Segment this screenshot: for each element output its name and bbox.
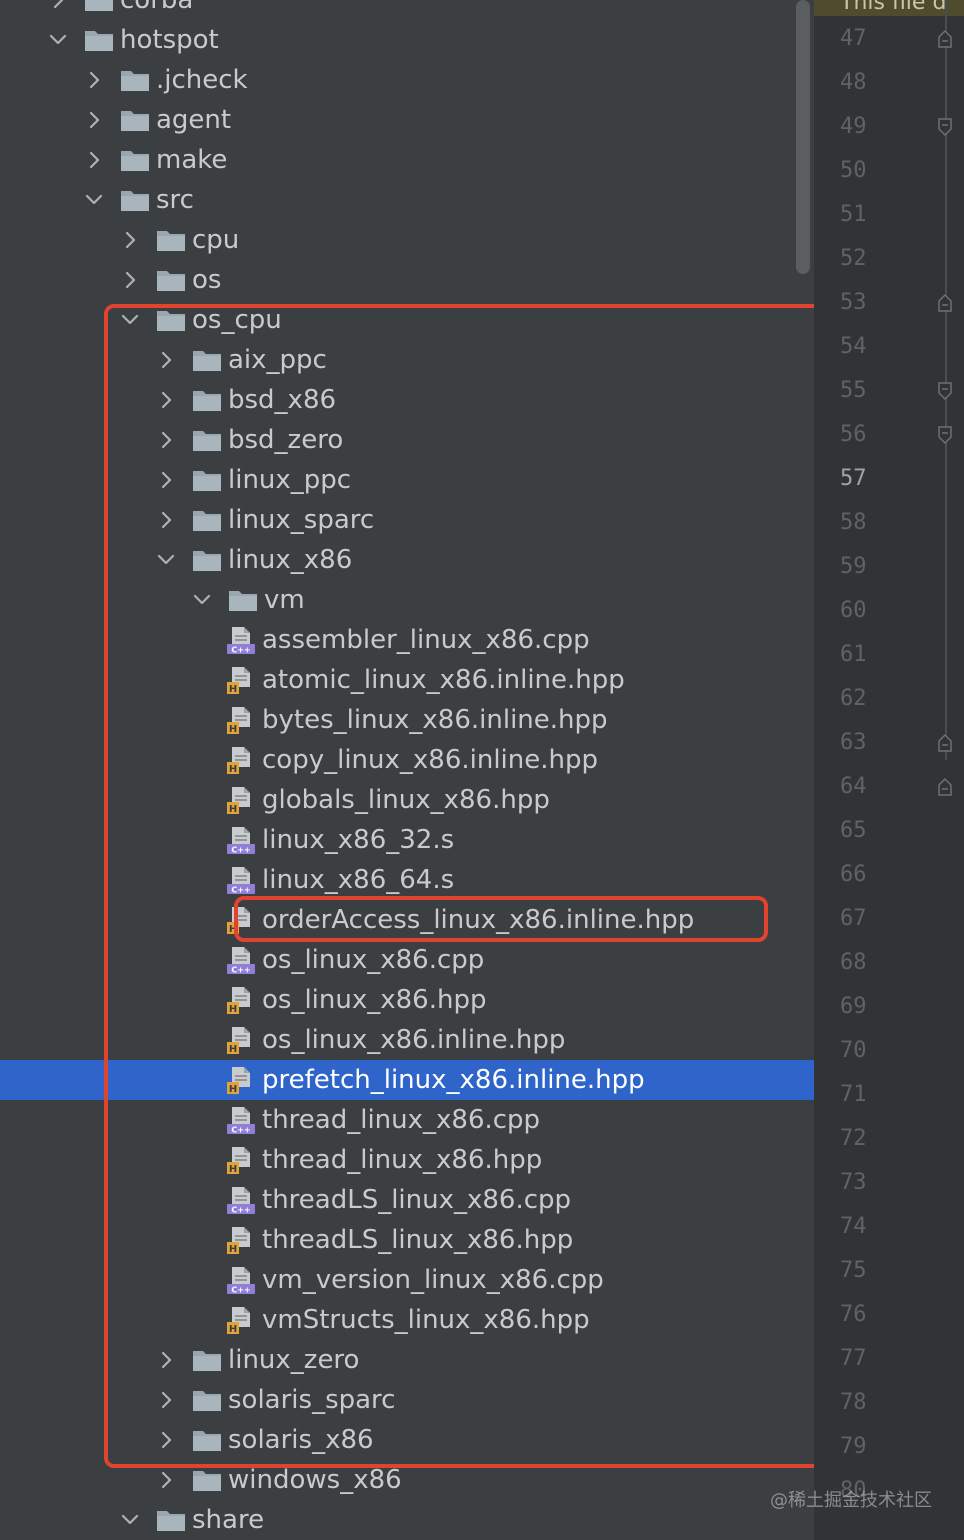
tree-item-label: .jcheck bbox=[156, 65, 248, 95]
line-number: 71 bbox=[840, 1082, 867, 1107]
os-cpu-highlight-box bbox=[104, 304, 828, 1468]
tree-folder-row[interactable]: corba bbox=[0, 0, 814, 20]
line-number: 65 bbox=[840, 818, 867, 843]
tree-folder-row[interactable]: src bbox=[0, 180, 814, 220]
fold-guide-line bbox=[945, 0, 947, 760]
line-number: 60 bbox=[840, 598, 867, 623]
tree-folder-row[interactable]: .jcheck bbox=[0, 60, 814, 100]
folder-icon bbox=[84, 0, 114, 12]
chevron-right-icon[interactable] bbox=[84, 150, 104, 170]
tree-folder-row[interactable]: make bbox=[0, 140, 814, 180]
ide-window: corba hotspot .jcheck agent make src cpu os os_c… bbox=[0, 0, 964, 1540]
tree-item-label: cpu bbox=[192, 225, 240, 255]
line-number: 48 bbox=[840, 70, 867, 95]
line-number: 55 bbox=[840, 378, 867, 403]
editor-banner-text: This file d bbox=[840, 0, 947, 15]
line-number: 49 bbox=[840, 114, 867, 139]
fold-end-icon[interactable] bbox=[937, 381, 953, 401]
folder-icon bbox=[120, 108, 150, 132]
tree-item-label: agent bbox=[156, 105, 232, 135]
tree-folder-row[interactable]: agent bbox=[0, 100, 814, 140]
line-number: 77 bbox=[840, 1346, 867, 1371]
line-number: 75 bbox=[840, 1258, 867, 1283]
fold-start-icon[interactable] bbox=[937, 293, 953, 313]
watermark: @稀土掘金技术社区 bbox=[770, 1490, 932, 1511]
line-number: 78 bbox=[840, 1390, 867, 1415]
tree-item-label: hotspot bbox=[120, 25, 219, 55]
chevron-right-icon[interactable] bbox=[156, 1470, 176, 1490]
chevron-down-icon[interactable] bbox=[120, 1510, 140, 1530]
line-number: 76 bbox=[840, 1302, 867, 1327]
line-number: 56 bbox=[840, 422, 867, 447]
line-number: 64 bbox=[840, 774, 867, 799]
chevron-right-icon[interactable] bbox=[84, 110, 104, 130]
fold-start-icon[interactable] bbox=[937, 777, 953, 797]
line-number: 51 bbox=[840, 202, 867, 227]
line-number: 73 bbox=[840, 1170, 867, 1195]
chevron-right-icon[interactable] bbox=[120, 270, 140, 290]
line-number: 72 bbox=[840, 1126, 867, 1151]
line-number: 58 bbox=[840, 510, 867, 535]
line-number: 62 bbox=[840, 686, 867, 711]
folder-icon bbox=[156, 228, 186, 252]
chevron-down-icon[interactable] bbox=[48, 30, 68, 50]
line-number: 69 bbox=[840, 994, 867, 1019]
line-number: 52 bbox=[840, 246, 867, 271]
line-number: 67 bbox=[840, 906, 867, 931]
fold-end-icon[interactable] bbox=[937, 117, 953, 137]
line-number: 63 bbox=[840, 730, 867, 755]
tree-folder-row[interactable]: cpu bbox=[0, 220, 814, 260]
fold-start-icon[interactable] bbox=[937, 733, 953, 753]
tree-item-label: share bbox=[192, 1505, 265, 1535]
line-number: 68 bbox=[840, 950, 867, 975]
folder-icon bbox=[156, 1508, 186, 1532]
tree-item-label: os bbox=[192, 265, 222, 295]
line-number: 57 bbox=[840, 466, 867, 491]
line-number: 74 bbox=[840, 1214, 867, 1239]
line-number: 66 bbox=[840, 862, 867, 887]
tree-folder-row[interactable]: share bbox=[0, 1500, 814, 1540]
tree-folder-row[interactable]: os bbox=[0, 260, 814, 300]
line-number: 47 bbox=[840, 26, 867, 51]
line-number: 50 bbox=[840, 158, 867, 183]
folder-icon bbox=[120, 148, 150, 172]
chevron-right-icon[interactable] bbox=[48, 0, 68, 10]
line-number: 53 bbox=[840, 290, 867, 315]
tree-item-label: src bbox=[156, 185, 194, 215]
tree-item-label: make bbox=[156, 145, 228, 175]
chevron-right-icon[interactable] bbox=[120, 230, 140, 250]
folder-icon bbox=[120, 188, 150, 212]
editor-gutter bbox=[814, 0, 964, 1540]
chevron-down-icon[interactable] bbox=[84, 190, 104, 210]
tree-item-label: corba bbox=[120, 0, 194, 15]
folder-icon bbox=[192, 1468, 222, 1492]
tree-item-label: windows_x86 bbox=[228, 1465, 402, 1495]
line-number: 59 bbox=[840, 554, 867, 579]
fold-start-icon[interactable] bbox=[937, 29, 953, 49]
folder-icon bbox=[84, 28, 114, 52]
fold-end-icon[interactable] bbox=[937, 425, 953, 445]
line-number: 70 bbox=[840, 1038, 867, 1063]
line-number: 54 bbox=[840, 334, 867, 359]
line-number: 61 bbox=[840, 642, 867, 667]
folder-icon bbox=[120, 68, 150, 92]
order-access-highlight-box bbox=[234, 896, 768, 942]
line-number: 79 bbox=[840, 1434, 867, 1459]
tree-folder-row[interactable]: hotspot bbox=[0, 20, 814, 60]
chevron-right-icon[interactable] bbox=[84, 70, 104, 90]
folder-icon bbox=[156, 268, 186, 292]
